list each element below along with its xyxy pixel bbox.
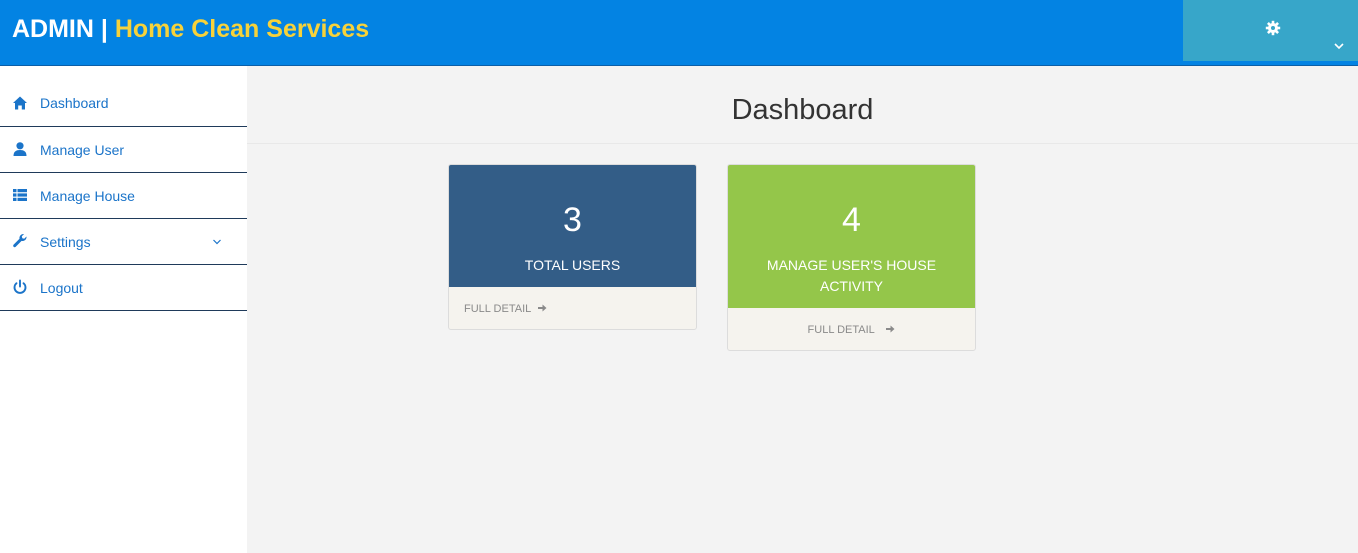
gear-icon xyxy=(1265,20,1281,36)
stat-card-body: 4 MANAGE USER'S HOUSE ACTIVITY xyxy=(728,165,975,308)
page-title: Dashboard xyxy=(731,94,874,126)
full-detail-link[interactable]: FULL DETAIL xyxy=(449,287,696,329)
sidebar: Dashboard Manage User Manage House Setti… xyxy=(0,66,247,553)
arrow-right-icon xyxy=(537,304,547,312)
sidebar-item-settings[interactable]: Settings xyxy=(0,219,247,265)
brand-separator: | xyxy=(100,15,108,43)
stat-card-total-users: 3 TOTAL USERS FULL DETAIL xyxy=(448,164,697,330)
list-icon xyxy=(13,189,27,201)
chevron-down-icon xyxy=(213,239,221,245)
stat-value: 4 xyxy=(842,201,861,239)
stat-caption: TOTAL USERS xyxy=(524,257,621,273)
top-navbar: ADMIN | Home Clean Services xyxy=(0,0,1358,66)
user-icon xyxy=(13,142,27,156)
full-detail-link[interactable]: FULL DETAIL xyxy=(728,308,975,350)
user-menu-dropdown[interactable] xyxy=(1183,0,1358,61)
stat-value: 3 xyxy=(563,201,582,239)
arrow-right-icon xyxy=(886,325,895,333)
stat-card-house-activity: 4 MANAGE USER'S HOUSE ACTIVITY FULL DETA… xyxy=(727,164,976,351)
sidebar-item-label: Dashboard xyxy=(40,95,109,111)
sidebar-item-label: Logout xyxy=(40,280,83,296)
stat-card-body: 3 TOTAL USERS xyxy=(449,165,696,287)
sidebar-item-label: Manage House xyxy=(40,188,135,204)
full-detail-label: FULL DETAIL xyxy=(464,303,531,315)
sidebar-item-manage-user[interactable]: Manage User xyxy=(0,127,247,173)
sidebar-item-label: Manage User xyxy=(40,142,125,158)
chevron-down-icon xyxy=(1334,43,1344,50)
full-detail-label: FULL DETAIL xyxy=(807,324,875,336)
sidebar-item-manage-house[interactable]: Manage House xyxy=(0,173,247,219)
wrench-icon xyxy=(13,234,27,248)
brand-title[interactable]: ADMIN | Home Clean Services xyxy=(12,15,369,44)
sidebar-item-logout[interactable]: Logout xyxy=(0,265,247,311)
sidebar-item-dashboard[interactable]: Dashboard xyxy=(0,66,247,127)
stat-caption: MANAGE USER'S HOUSE ACTIVITY xyxy=(766,257,937,294)
sidebar-item-label: Settings xyxy=(40,234,91,250)
site-name: Home Clean Services xyxy=(114,15,370,43)
admin-label: ADMIN xyxy=(12,15,94,43)
power-icon xyxy=(13,279,27,294)
divider xyxy=(247,143,1358,144)
home-icon xyxy=(13,96,27,110)
